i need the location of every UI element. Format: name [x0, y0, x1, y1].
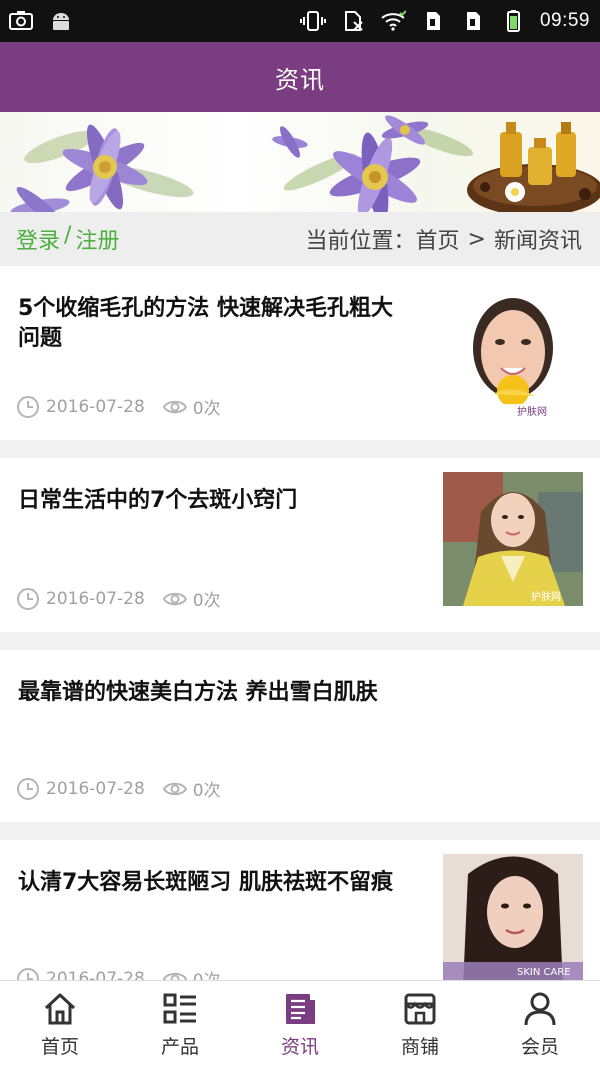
auth-links: 登录 / 注册: [16, 223, 119, 255]
nav-label: 产品: [160, 1036, 199, 1058]
news-title[interactable]: 5个收缩毛孔的方法 快速解决毛孔粗大问题: [18, 294, 408, 354]
no-sim-icon: [344, 11, 363, 31]
news-thumbnail[interactable]: 护肤网: [443, 472, 583, 606]
home-icon: [44, 993, 76, 1025]
news-view-count: 0次: [192, 591, 221, 611]
thumb-caption: 护肤网: [517, 405, 547, 418]
breadcrumb-home-link[interactable]: 首页: [416, 223, 460, 255]
breadcrumb-current: 新闻资讯: [493, 229, 582, 254]
nav-label: 首页: [40, 1036, 79, 1058]
eye-icon: [162, 400, 187, 413]
android-icon: [53, 13, 69, 30]
screenshot-icon: [9, 11, 33, 30]
news-item[interactable]: 5个收缩毛孔的方法 快速解决毛孔粗大问题 2016-07-28 0次 护肤网: [0, 266, 600, 440]
news-thumbnail[interactable]: SKIN CARE: [443, 854, 583, 988]
news-item[interactable]: 最靠谱的快速美白方法 养出雪白肌肤 2016-07-28 0次: [0, 650, 600, 822]
news-title[interactable]: 认清7大容易长斑陋习 肌肤祛斑不留痕: [18, 868, 408, 898]
woman-in-yellow-jacket-photo: 护肤网: [443, 472, 583, 606]
thumb-caption: 护肤网: [531, 590, 561, 603]
vibrate-icon: [299, 11, 326, 31]
news-view-count: 0次: [192, 399, 221, 419]
news-views: 0次: [162, 586, 221, 611]
store-icon: [404, 993, 436, 1025]
news-view-count: 0次: [192, 781, 221, 801]
breadcrumb: 当前位置： 首页 > 新闻资讯: [306, 223, 582, 255]
nav-item-news[interactable]: 资讯: [240, 981, 360, 1067]
wifi-icon: [381, 10, 406, 31]
nav-label: 商铺: [400, 1036, 439, 1058]
status-bar: 09:59: [0, 0, 600, 42]
news-meta: 2016-07-28 0次: [16, 776, 221, 801]
thumb-caption: SKIN CARE: [517, 967, 571, 978]
sim-icon: [426, 12, 440, 30]
woman-portrait-photo: SKIN CARE: [443, 854, 583, 988]
banner-image[interactable]: [0, 112, 600, 212]
page-title: 资讯: [275, 65, 325, 94]
clock-icon: [17, 777, 39, 800]
login-link[interactable]: 登录: [16, 223, 60, 255]
clock-icon: [17, 395, 39, 418]
nav-label: 资讯: [280, 1036, 319, 1058]
woman-with-orange-photo: 护肤网: [443, 286, 583, 420]
sim-icon: [466, 12, 480, 30]
news-date: 2016-07-28: [46, 778, 145, 799]
clock-icon: [17, 587, 39, 610]
app-header: 资讯: [0, 42, 600, 112]
news-title[interactable]: 最靠谱的快速美白方法 养出雪白肌肤: [18, 678, 408, 708]
news-thumbnail[interactable]: 护肤网: [443, 286, 583, 420]
news-title[interactable]: 日常生活中的7个去斑小窍门: [18, 486, 408, 516]
news-date: 2016-07-28: [46, 588, 145, 609]
news-item[interactable]: 日常生活中的7个去斑小窍门 2016-07-28 0次 护肤网: [0, 458, 600, 632]
nav-item-member[interactable]: 会员: [480, 981, 600, 1067]
nav-item-home[interactable]: 首页: [0, 981, 120, 1067]
battery-icon: [506, 10, 520, 32]
news-date: 2016-07-28: [46, 396, 145, 417]
status-time: 09:59: [539, 10, 590, 31]
register-link[interactable]: 注册: [75, 223, 119, 255]
auth-separator: /: [64, 223, 72, 248]
bottom-nav: 首页 产品 资讯 商铺 会员: [0, 980, 600, 1067]
flower-banner-illustration: [10, 115, 600, 212]
user-icon: [524, 992, 556, 1026]
breadcrumb-prefix: 当前位置：: [305, 229, 416, 254]
eye-icon: [162, 782, 187, 795]
news-icon: [286, 994, 315, 1024]
list-icon: [163, 993, 196, 1024]
nav-item-products[interactable]: 产品: [120, 981, 240, 1067]
news-views: 0次: [162, 776, 221, 801]
news-meta: 2016-07-28 0次: [16, 586, 221, 611]
breadcrumb-bar: 登录 / 注册 当前位置： 首页 > 新闻资讯: [0, 212, 600, 266]
nav-label: 会员: [520, 1036, 559, 1058]
breadcrumb-separator: >: [467, 226, 486, 252]
nav-item-store[interactable]: 商铺: [360, 981, 480, 1067]
eye-icon: [162, 592, 187, 605]
news-meta: 2016-07-28 0次: [16, 394, 221, 419]
news-views: 0次: [162, 394, 221, 419]
